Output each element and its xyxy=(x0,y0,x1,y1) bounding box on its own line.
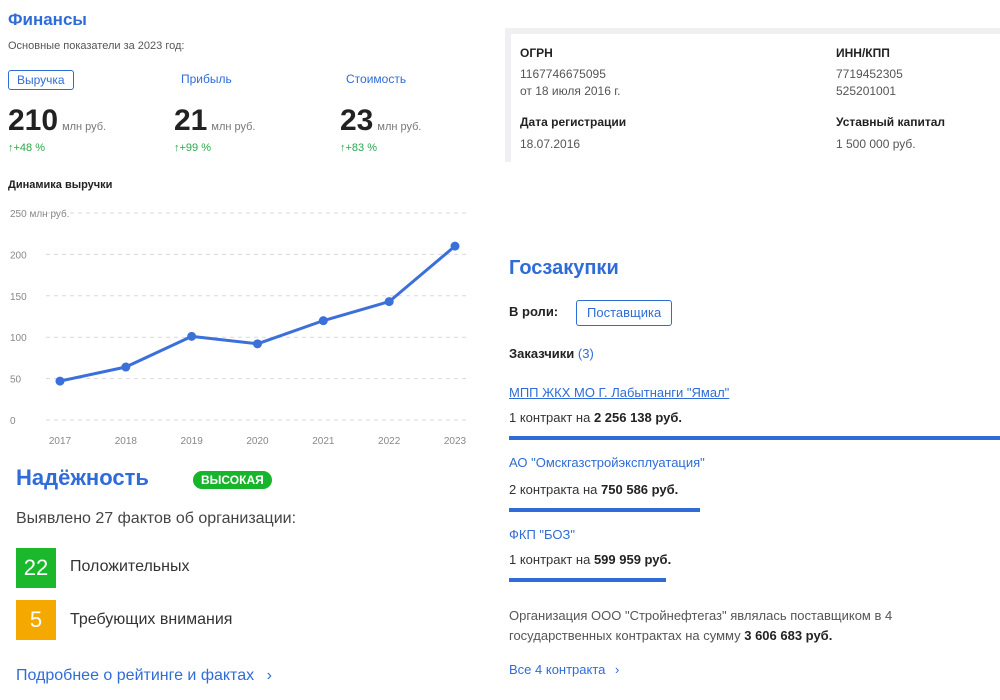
reg-date-label: Дата регистрации xyxy=(520,115,627,129)
capital-value: 1 500 000 руб. xyxy=(836,137,916,151)
metric-revenue-unit: млн руб. xyxy=(62,121,107,133)
customer-contracts-1: 1 контракт на 2 256 138 руб. xyxy=(509,410,682,425)
customer-link-3[interactable]: ФКП "БОЗ" xyxy=(509,527,575,542)
reliability-badge: высокая xyxy=(193,471,272,489)
revenue-chart: 0 50 100 150 200 250 млн руб. 2017 2018 2019 2020… xyxy=(10,208,470,447)
customer-amount-3: 599 959 руб. xyxy=(593,552,672,567)
y-tick-label: 150 xyxy=(10,292,27,303)
data-point xyxy=(318,316,328,326)
all-contracts-label: Все 4 контракта xyxy=(509,662,606,677)
metric-profit-delta: ↑+99 % xyxy=(174,142,211,154)
tab-profit[interactable]: Прибыль xyxy=(181,70,232,90)
all-contracts-link[interactable]: Все 4 контракта › xyxy=(509,662,619,677)
x-tick-label: 2019 xyxy=(181,436,204,447)
kpp-value: 525201001 xyxy=(836,84,897,98)
x-tick-label: 2020 xyxy=(246,436,269,447)
reliability-facts-text: Выявлено 27 фактов об организации: xyxy=(16,510,297,527)
customer-share-bar-2 xyxy=(509,508,700,512)
customers-label-text: Заказчики xyxy=(509,346,575,361)
procurement-title: Госзакупки xyxy=(509,257,619,279)
data-point xyxy=(253,339,262,349)
customer-contracts-3: 1 контракт на 599 959 руб. xyxy=(509,552,671,567)
capital-label: Уставный капитал xyxy=(836,115,945,129)
y-tick-label: 50 xyxy=(10,375,22,386)
x-tick-label: 2022 xyxy=(378,436,401,447)
inn-value: 7719452305 xyxy=(836,67,903,81)
x-tick-label: 2018 xyxy=(115,436,138,447)
data-point xyxy=(450,241,460,251)
role-supplier-button[interactable]: Поставщика xyxy=(576,300,673,326)
customer-amount-1: 2 256 138 руб. xyxy=(593,410,683,425)
customer-share-bar-3 xyxy=(509,578,666,582)
role-label: В роли: xyxy=(509,304,559,319)
metric-profit-value: 21 xyxy=(174,104,208,137)
customer-contracts-2-text: 2 контракта на xyxy=(509,482,598,497)
x-tick-label: 2023 xyxy=(444,436,467,447)
series-line xyxy=(59,244,456,383)
chevron-right-icon: › xyxy=(615,662,620,677)
metric-profit: 21 млн руб. xyxy=(174,104,255,138)
metric-revenue: 210 млн руб. xyxy=(8,104,106,138)
metric-revenue-value: 210 xyxy=(8,104,59,137)
ogrn-value: 1167746675095 xyxy=(520,67,606,81)
customers-label: Заказчики (3) xyxy=(509,346,594,361)
rating-details-link[interactable]: Подробнее о рейтинге и фактах › xyxy=(16,667,272,685)
reg-date-value: 18.07.2016 xyxy=(520,137,581,151)
metric-value: 23 млн руб. xyxy=(340,104,421,138)
rating-details-label: Подробнее о рейтинге и фактах xyxy=(16,667,255,684)
metric-value-unit: млн руб. xyxy=(377,121,422,133)
reliability-title: Надёжность xyxy=(16,465,149,490)
y-tick-label: 250 млн руб. xyxy=(10,208,70,220)
y-tick-label: 100 xyxy=(10,333,27,344)
data-point xyxy=(121,362,131,372)
chart-title: Динамика выручки xyxy=(8,179,113,191)
customer-contracts-3-text: 1 контракт на xyxy=(509,552,591,567)
data-point xyxy=(55,376,65,386)
data-point xyxy=(187,331,197,341)
ogrn-date: от 18 июля 2016 г. xyxy=(520,84,621,98)
customer-share-bar-1 xyxy=(509,436,1000,440)
x-tick-label: 2021 xyxy=(312,436,335,447)
metric-value-value: 23 xyxy=(340,104,374,137)
tab-revenue[interactable]: Выручка xyxy=(8,70,74,90)
procurement-summary-amount: 3 606 683 руб. xyxy=(744,628,833,643)
x-tick-label: 2017 xyxy=(49,436,72,447)
metric-revenue-delta: ↑+48 % xyxy=(8,142,45,154)
metric-profit-unit: млн руб. xyxy=(211,121,256,133)
chevron-right-icon: › xyxy=(266,667,272,684)
procurement-summary-text: Организация ООО "Стройнефтегаз" являлась… xyxy=(509,608,893,643)
attention-count-badge: 5 xyxy=(16,600,56,640)
requisites-card: ОГРН 1167746675095 от 18 июля 2016 г. ИН… xyxy=(505,28,1000,162)
procurement-summary: Организация ООО "Стройнефтегаз" являлась… xyxy=(509,606,989,646)
metric-value-delta: ↑+83 % xyxy=(340,142,377,154)
positive-count-badge: 22 xyxy=(16,548,56,588)
finance-title: Финансы xyxy=(8,10,87,29)
y-tick-label: 200 xyxy=(10,250,27,261)
attention-label[interactable]: Требующих внимания xyxy=(70,611,232,629)
tab-value[interactable]: Стоимость xyxy=(346,70,406,90)
customer-link-1[interactable]: МПП ЖКХ МО Г. Лабытнанги "Ямал" xyxy=(509,385,729,400)
customer-contracts-2: 2 контракта на 750 586 руб. xyxy=(509,482,678,497)
data-point xyxy=(384,297,394,307)
customer-contracts-1-text: 1 контракт на xyxy=(509,410,591,425)
customer-amount-2: 750 586 руб. xyxy=(601,482,679,497)
inn-label: ИНН/КПП xyxy=(836,46,890,60)
y-tick-label: 0 xyxy=(10,416,16,427)
customers-count: (3) xyxy=(577,346,594,361)
positive-label[interactable]: Положительных xyxy=(70,558,189,576)
finance-subtitle: Основные показатели за 2023 год: xyxy=(8,40,185,52)
customer-link-2[interactable]: АО "Омскгазстройэксплуатация" xyxy=(509,455,705,470)
ogrn-label: ОГРН xyxy=(520,46,553,60)
